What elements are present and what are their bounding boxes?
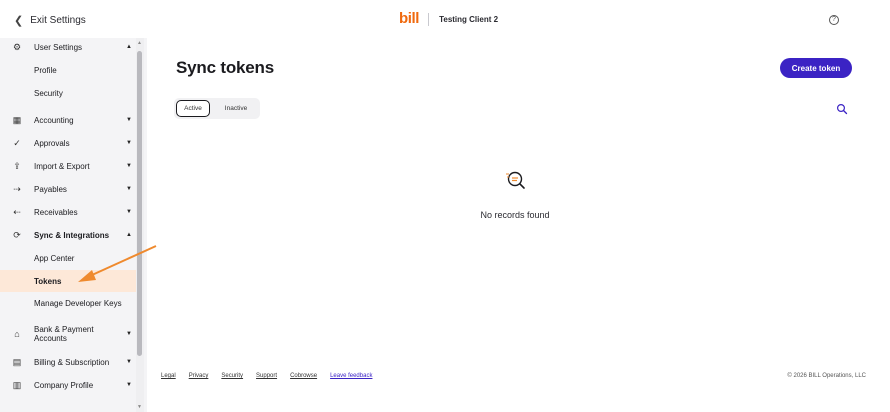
sidebar-item-label: Import & Export — [34, 161, 90, 171]
chevron-down-icon: ▼ — [126, 163, 132, 169]
footer-link-legal[interactable]: Legal — [161, 373, 176, 379]
chevron-up-icon: ▲ — [126, 44, 132, 50]
sidebar-item-bank-payment-accounts[interactable]: ⌂ Bank & Payment Accounts ▼ — [0, 322, 136, 346]
sidebar-item-receivables[interactable]: ⇠ Receivables ▼ — [0, 203, 136, 221]
bank-icon: ⌂ — [14, 329, 20, 339]
sidebar-item-label: Profile — [34, 65, 57, 75]
chevron-down-icon: ▼ — [126, 140, 132, 146]
help-icon[interactable]: ? — [829, 15, 839, 25]
brand-header: bill Testing Client 2 — [399, 10, 499, 27]
exit-settings-button[interactable]: ❮ Exit Settings — [14, 14, 86, 27]
top-bar: ❮ Exit Settings bill Testing Client 2 ? — [0, 0, 890, 38]
scroll-up-icon[interactable]: ▲ — [137, 40, 142, 46]
sidebar-item-label: Billing & Subscription — [34, 357, 110, 367]
page-title: Sync tokens — [176, 58, 274, 77]
sidebar-scrollbar-thumb[interactable] — [137, 51, 142, 356]
sidebar-item-import-export[interactable]: ⇪ Import & Export ▼ — [0, 157, 136, 175]
sidebar-item-approvals[interactable]: ✓ Approvals ▼ — [0, 134, 136, 152]
copyright-text: © 2026 BILL Operations, LLC — [787, 373, 866, 379]
receive-arrow-icon: ⇠ — [13, 206, 21, 217]
chevron-down-icon: ▼ — [126, 382, 132, 388]
sidebar-item-app-center[interactable]: App Center — [0, 249, 136, 267]
exit-settings-label: Exit Settings — [30, 15, 86, 26]
gear-icon: ⚙ — [12, 41, 22, 52]
footer-links: Legal Privacy Security Support Cobrowse … — [161, 373, 385, 379]
chevron-down-icon: ▼ — [126, 209, 132, 215]
brand-divider — [428, 12, 430, 26]
sidebar-item-label: App Center — [34, 253, 75, 263]
status-tabs: Active Inactive — [174, 98, 260, 119]
sidebar-item-sync-integrations[interactable]: ⟳ Sync & Integrations ▲ — [0, 226, 136, 244]
chevron-up-icon: ▲ — [126, 232, 132, 238]
bill-logo: bill — [399, 10, 420, 27]
sidebar-item-profile[interactable]: Profile — [0, 61, 136, 79]
footer-link-cobrowse[interactable]: Cobrowse — [290, 373, 317, 379]
footer-link-leave-feedback[interactable]: Leave feedback — [330, 373, 372, 379]
sidebar-item-label: Bank & Payment Accounts — [34, 325, 94, 343]
chevron-down-icon: ▼ — [126, 331, 132, 337]
footer-link-support[interactable]: Support — [256, 373, 277, 379]
sidebar-item-label: Company Profile — [34, 380, 94, 390]
create-token-button[interactable]: Create token — [780, 58, 852, 78]
footer-link-privacy[interactable]: Privacy — [189, 373, 209, 379]
sidebar-item-label: Manage Developer Keys — [34, 298, 122, 308]
sidebar-item-label: Sync & Integrations — [34, 230, 110, 240]
sidebar-item-accounting[interactable]: ▦ Accounting ▼ — [0, 111, 136, 129]
upload-icon: ⇪ — [13, 160, 21, 171]
sidebar-item-user-settings[interactable]: ⚙ User Settings ▲ — [0, 38, 136, 56]
pay-arrow-icon: ⇢ — [13, 183, 21, 194]
chevron-down-icon: ▼ — [126, 359, 132, 365]
footer-link-security[interactable]: Security — [221, 373, 243, 379]
billing-icon: ▤ — [12, 356, 22, 367]
sidebar-item-label-line1: Bank & Payment — [34, 325, 94, 334]
building-icon: ▥ — [12, 379, 22, 390]
client-name: Testing Client 2 — [439, 14, 499, 24]
sidebar-item-company-profile[interactable]: ▥ Company Profile ▼ — [0, 376, 136, 394]
sidebar-item-label: Payables — [34, 184, 67, 194]
sync-icon: ⟳ — [13, 229, 21, 240]
chevron-down-icon: ▼ — [126, 117, 132, 123]
sidebar-item-payables[interactable]: ⇢ Payables ▼ — [0, 180, 136, 198]
sidebar-item-label: User Settings — [34, 42, 83, 52]
sidebar-item-label: Tokens — [34, 276, 62, 286]
chevron-down-icon: ▼ — [126, 186, 132, 192]
sidebar-item-billing-subscription[interactable]: ▤ Billing & Subscription ▼ — [0, 353, 136, 371]
sidebar-item-security[interactable]: Security — [0, 84, 136, 102]
sidebar-item-label: Accounting — [34, 115, 74, 125]
sidebar-item-label: Security — [34, 88, 63, 98]
tab-inactive[interactable]: Inactive — [214, 100, 258, 117]
sidebar-item-label: Approvals — [34, 138, 70, 148]
scroll-down-icon[interactable]: ▼ — [137, 404, 142, 410]
empty-search-icon — [506, 171, 525, 189]
table-icon: ▦ — [12, 114, 22, 125]
sidebar-item-label-line2: Accounts — [34, 334, 67, 343]
sidebar-item-manage-developer-keys[interactable]: Manage Developer Keys — [0, 294, 136, 312]
sidebar-item-label: Receivables — [34, 207, 78, 217]
search-icon[interactable] — [836, 103, 848, 115]
tab-active[interactable]: Active — [176, 100, 210, 117]
chevron-left-icon: ❮ — [14, 15, 24, 27]
check-circle-icon: ✓ — [13, 137, 21, 148]
sidebar-item-tokens[interactable]: Tokens — [0, 270, 136, 292]
empty-state-message: No records found — [480, 210, 550, 220]
